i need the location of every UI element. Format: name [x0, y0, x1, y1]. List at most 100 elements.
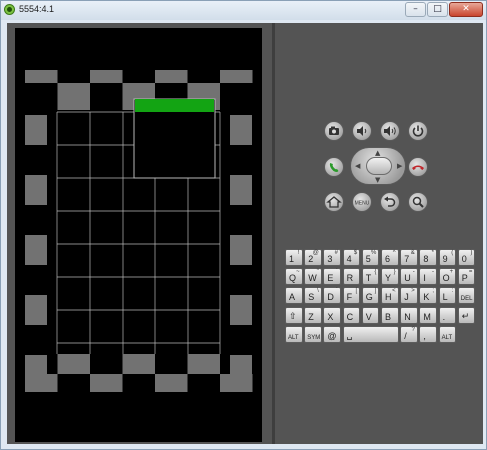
volume-down-button[interactable]	[352, 121, 372, 141]
key-5[interactable]: 5%	[361, 249, 380, 266]
key-v[interactable]: V	[361, 306, 380, 324]
key-symbol[interactable]: .	[438, 306, 457, 324]
call-button[interactable]	[324, 157, 344, 177]
emulator-client-area: ▲ ▼ ◀ ▶ MENU 1! 2 @3 #4 $5% 6 ^ 7 & 8 * 9(0) Q ~ W " E ´ R…	[7, 23, 483, 444]
key-label: 1	[289, 254, 295, 264]
key-8[interactable]: 8 *	[419, 249, 437, 266]
checker-cell	[90, 70, 123, 83]
key-3[interactable]: 3 #	[323, 249, 341, 266]
key-4[interactable]: 4 $	[342, 249, 361, 266]
back-button[interactable]	[380, 192, 400, 212]
key-label: O	[442, 273, 450, 284]
key-9[interactable]: 9(	[438, 249, 457, 266]
key-1[interactable]: 1!	[285, 249, 303, 266]
key-shift-label: "	[316, 269, 319, 276]
key-g[interactable]: G]	[361, 287, 380, 305]
key-label: P	[461, 273, 468, 284]
dpad-left-icon[interactable]: ◀	[355, 163, 360, 170]
dpad-center-button[interactable]	[366, 157, 392, 175]
key-c[interactable]: C	[342, 306, 361, 324]
checker-cell	[230, 235, 252, 265]
key-y[interactable]: Y}	[381, 268, 399, 286]
maximize-button[interactable]: □	[427, 2, 448, 17]
dpad[interactable]: ▲ ▼ ◀ ▶	[350, 147, 406, 185]
key-i[interactable]: I-	[419, 268, 437, 286]
key-a[interactable]: A	[285, 287, 303, 305]
key-label: Q	[289, 273, 297, 284]
key-shift-label: [	[355, 288, 358, 295]
key-shift-label: ´	[335, 269, 338, 276]
key-m[interactable]: M	[419, 306, 437, 324]
key-2[interactable]: 2 @	[304, 249, 322, 266]
key-label: D	[327, 292, 334, 303]
key-x[interactable]: X	[323, 306, 341, 324]
key-shift-label: ]	[374, 288, 377, 295]
home-button[interactable]	[324, 192, 344, 212]
home-icon	[326, 196, 342, 208]
key-p[interactable]: P =	[457, 268, 476, 286]
key-label: 3	[327, 254, 333, 264]
key-b[interactable]: B	[381, 306, 399, 324]
key-symbol[interactable]: @	[323, 325, 341, 343]
key-k[interactable]: K;	[419, 287, 437, 305]
key-z[interactable]: Z	[304, 306, 322, 324]
menu-button[interactable]: MENU	[352, 192, 372, 212]
checker-cell	[155, 70, 188, 83]
key-del[interactable]: DEL	[457, 287, 476, 305]
green-indicator-bar	[135, 99, 214, 112]
search-button[interactable]	[408, 192, 428, 212]
key-j[interactable]: J >	[400, 287, 418, 305]
key-d[interactable]: D ´	[323, 287, 341, 305]
menu-icon: MENU	[355, 201, 370, 207]
key-w[interactable]: W "	[304, 268, 322, 286]
minimize-button[interactable]: –	[405, 2, 426, 17]
key-s[interactable]: S \	[304, 287, 322, 305]
key-7[interactable]: 7 &	[400, 249, 418, 266]
key-label: R	[346, 273, 354, 284]
key-l[interactable]: L:	[438, 287, 457, 305]
key-symbol[interactable]: ↵	[457, 306, 476, 324]
key-shift-label: >	[411, 288, 415, 295]
key-label: A	[289, 292, 296, 303]
key-q[interactable]: Q ~	[285, 268, 303, 286]
key-6[interactable]: 6 ^	[381, 249, 399, 266]
key-sym[interactable]: SYM	[304, 325, 322, 343]
key-symbol[interactable]: ,	[419, 325, 437, 343]
key-0[interactable]: 0)	[457, 249, 476, 266]
camera-button[interactable]	[324, 121, 344, 141]
dpad-right-icon[interactable]: ▶	[397, 163, 402, 170]
key-alt[interactable]: ALT	[285, 325, 303, 343]
key-label: Y	[385, 273, 392, 284]
key-label: K	[423, 292, 430, 303]
checker-cell	[230, 355, 252, 385]
dpad-up-icon[interactable]: ▲	[375, 150, 380, 157]
menu-label: MENU	[355, 201, 370, 207]
key-symbol[interactable]: /?	[400, 325, 418, 343]
dpad-down-icon[interactable]: ▼	[375, 177, 380, 184]
key-o[interactable]: O +	[438, 268, 457, 286]
key-r[interactable]: R	[342, 268, 361, 286]
key-symbol[interactable]: ␣	[342, 325, 399, 343]
key-label: 6	[385, 254, 391, 264]
device-screen[interactable]	[15, 28, 262, 442]
key-u[interactable]: U-	[400, 268, 418, 286]
window-title: 5554:4.1	[19, 4, 55, 14]
key-label: ⇧	[289, 310, 297, 321]
checker-cell	[25, 70, 58, 83]
volume-up-button[interactable]	[380, 121, 400, 141]
volume-down-icon	[357, 126, 367, 136]
key-alt[interactable]: ALT	[438, 325, 457, 343]
title-bar[interactable]: 5554:4.1 – □ ✕	[1, 1, 486, 20]
power-button[interactable]	[408, 121, 428, 141]
close-button[interactable]: ✕	[449, 2, 483, 17]
key-f[interactable]: F[	[342, 287, 361, 305]
key-h[interactable]: H <	[381, 287, 399, 305]
end-call-button[interactable]	[408, 157, 428, 177]
key-shift-label: ;	[432, 288, 434, 295]
key-e[interactable]: E ´	[323, 268, 341, 286]
key-symbol[interactable]: ⇧	[285, 306, 303, 324]
key-n[interactable]: N	[400, 306, 418, 324]
key-shift-label: $	[353, 250, 358, 256]
key-label: ALT	[288, 334, 299, 341]
key-t[interactable]: T{	[361, 268, 380, 286]
